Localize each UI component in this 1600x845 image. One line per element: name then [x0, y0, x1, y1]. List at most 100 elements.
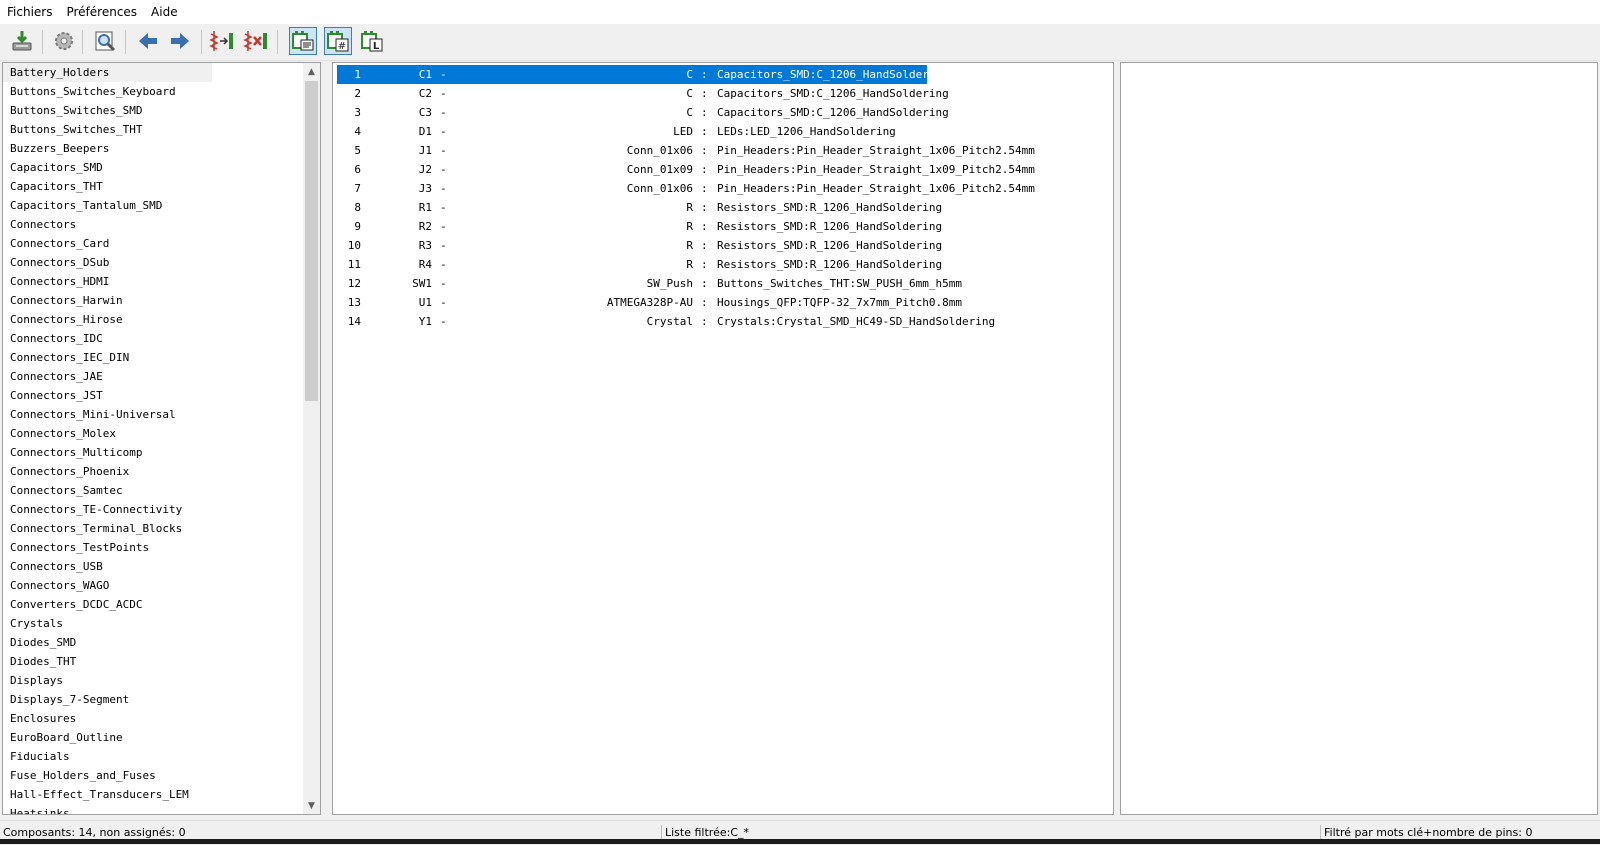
separator-colon: : [701, 277, 708, 290]
library-item[interactable]: Connectors_Harwin [3, 291, 307, 310]
library-item[interactable]: Diodes_THT [3, 652, 307, 671]
component-row[interactable]: 6 J2 Conn_01x09 Pin_Headers:Pin_Header_Stra… [337, 160, 1035, 179]
scroll-thumb[interactable] [305, 81, 318, 401]
separator-dash: - [440, 163, 447, 176]
next-button[interactable] [166, 27, 194, 55]
component-row[interactable]: 5 J1 Conn_01x06 Pin_Headers:Pin_Header_Stra… [337, 141, 1035, 160]
filter-pincount-button[interactable]: # [324, 27, 352, 55]
component-reference: D1 [418, 125, 432, 138]
component-row[interactable]: 10 R3 R Resistors_SMD:R_1206_HandSoldering -… [337, 236, 942, 255]
library-item[interactable]: Buttons_Switches_SMD [3, 101, 307, 120]
library-item[interactable]: Fuse_Holders_and_Fuses [3, 766, 307, 785]
library-item[interactable]: Battery_Holders [3, 63, 212, 82]
library-scrollbar[interactable]: ▲ ▼ [303, 63, 320, 814]
component-footprint: Capacitors_SMD:C_1206_HandSoldering [717, 68, 949, 81]
footprint-list-panel[interactable] [1120, 62, 1598, 815]
component-reference: R1 [418, 201, 432, 214]
component-number: 9 [354, 220, 361, 233]
auto-associate-button[interactable] [208, 27, 236, 55]
component-row[interactable]: 8 R1 R Resistors_SMD:R_1206_HandSoldering -: [337, 198, 942, 217]
settings-button[interactable] [50, 27, 78, 55]
scroll-down-icon[interactable]: ▼ [303, 797, 320, 814]
svg-text:L: L [373, 41, 380, 52]
library-item[interactable]: Connectors_Hirose [3, 310, 307, 329]
library-item[interactable]: Connectors_DSub [3, 253, 307, 272]
library-item[interactable]: EuroBoard_Outline [3, 728, 307, 747]
library-item[interactable]: Connectors_JAE [3, 367, 307, 386]
component-row[interactable]: 14 Y1 Crystal Crystals:Crystal_SMD_HC49-SD_… [337, 312, 995, 331]
library-item[interactable]: Connectors_TestPoints [3, 538, 307, 557]
library-item[interactable]: Buzzers_Beepers [3, 139, 307, 158]
library-item[interactable]: Fiducials [3, 747, 307, 766]
library-item[interactable]: Connectors_Terminal_Blocks [3, 519, 307, 538]
separator-dash: - [440, 315, 447, 328]
library-item[interactable]: Connectors_IDC [3, 329, 307, 348]
scroll-up-icon[interactable]: ▲ [303, 63, 320, 80]
previous-button[interactable] [134, 27, 162, 55]
library-item[interactable]: Connectors_USB [3, 557, 307, 576]
menu-aide[interactable]: Aide [144, 0, 185, 24]
library-item[interactable]: Connectors_Samtec [3, 481, 307, 500]
component-value: ATMEGA328P-AU [606, 296, 693, 309]
component-value: C [686, 106, 693, 119]
library-item[interactable]: Connectors_JST [3, 386, 307, 405]
library-item[interactable]: Displays_7-Segment [3, 690, 307, 709]
component-list: 1 C1 C Capacitors_SMD:C_1206_HandSoldering -… [337, 65, 1035, 331]
component-row[interactable]: 4 D1 LED LEDs:LED_1206_HandSoldering -: [337, 122, 927, 141]
menu-preferences[interactable]: Préférences [59, 0, 144, 24]
menu-fichiers[interactable]: Fichiers [0, 0, 59, 24]
separator-colon: : [701, 315, 708, 328]
library-item[interactable]: Diodes_SMD [3, 633, 307, 652]
component-row[interactable]: 7 J3 Conn_01x06 Pin_Headers:Pin_Header_Stra… [337, 179, 1035, 198]
library-item[interactable]: Connectors_Multicomp [3, 443, 307, 462]
library-item[interactable]: Capacitors_THT [3, 177, 307, 196]
library-item[interactable]: Converters_DCDC_ACDC [3, 595, 307, 614]
library-item[interactable]: Enclosures [3, 709, 307, 728]
library-item[interactable]: Hall-Effect_Transducers_LEM [3, 785, 307, 804]
library-item[interactable]: Buttons_Switches_THT [3, 120, 307, 139]
library-item[interactable]: Connectors_Card [3, 234, 307, 253]
library-item[interactable]: Capacitors_SMD [3, 158, 307, 177]
library-item[interactable]: Connectors_Molex [3, 424, 307, 443]
save-netlist-button[interactable] [8, 27, 36, 55]
filter-library-button[interactable]: L [358, 27, 386, 55]
library-item[interactable]: Connectors_TE-Connectivity [3, 500, 307, 519]
library-item[interactable]: Capacitors_Tantalum_SMD [3, 196, 307, 215]
library-item[interactable]: Connectors_IEC_DIN [3, 348, 307, 367]
separator-colon: : [701, 220, 708, 233]
library-item[interactable]: Connectors_WAGO [3, 576, 307, 595]
component-number: 3 [354, 106, 361, 119]
component-value: R [686, 201, 693, 214]
filter-library-icon: L [361, 31, 383, 52]
library-item[interactable]: Displays [3, 671, 307, 690]
component-row[interactable]: 3 C3 C Capacitors_SMD:C_1206_HandSoldering -… [337, 103, 948, 122]
delete-associations-icon [243, 31, 267, 51]
library-item[interactable]: Connectors_Mini-Universal [3, 405, 307, 424]
view-footprint-button[interactable] [91, 27, 119, 55]
separator-colon: : [701, 239, 708, 252]
filter-pincount-icon: # [327, 31, 349, 52]
component-row[interactable]: 9 R2 R Resistors_SMD:R_1206_HandSoldering -: [337, 217, 942, 236]
component-row[interactable]: 11 R4 R Resistors_SMD:R_1206_HandSoldering -… [337, 255, 942, 274]
component-reference: J1 [418, 144, 432, 157]
component-row[interactable]: 12 SW1 SW_Push Buttons_Switches_THT:SW_PUSH… [337, 274, 962, 293]
component-row[interactable]: 1 C1 C Capacitors_SMD:C_1206_HandSoldering -… [337, 65, 949, 84]
delete-associations-button[interactable] [242, 27, 270, 55]
filter-keywords-button[interactable] [289, 27, 317, 55]
separator-dash: - [440, 182, 447, 195]
component-reference: J3 [418, 182, 432, 195]
library-item[interactable]: Connectors [3, 215, 307, 234]
library-item[interactable]: Heatsinks [3, 804, 307, 814]
library-item[interactable]: Connectors_HDMI [3, 272, 307, 291]
component-footprint: LEDs:LED_1206_HandSoldering [717, 125, 896, 138]
library-item[interactable]: Buttons_Switches_Keyboard [3, 82, 307, 101]
component-row[interactable]: 13 U1 ATMEGA328P-AU Housings_QFP:TQFP-32_7x… [337, 293, 962, 312]
component-value: C [686, 68, 693, 81]
library-item[interactable]: Crystals [3, 614, 307, 633]
component-footprint: Capacitors_SMD:C_1206_HandSoldering [717, 106, 949, 119]
component-row[interactable]: 2 C2 C Capacitors_SMD:C_1206_HandSoldering -… [337, 84, 948, 103]
component-reference: U1 [418, 296, 432, 309]
separator-colon: : [701, 125, 708, 138]
library-item[interactable]: Connectors_Phoenix [3, 462, 307, 481]
arrow-left-icon [139, 33, 157, 49]
